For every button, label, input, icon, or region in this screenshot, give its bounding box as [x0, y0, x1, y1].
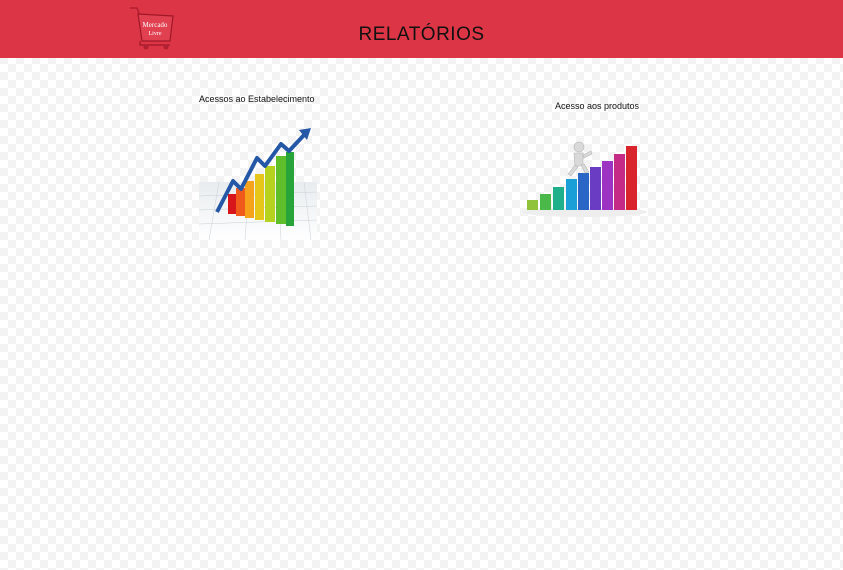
report-label-products-access: Acesso aos produtos — [555, 101, 640, 111]
stair-climber-bar-chart-image[interactable] — [513, 126, 655, 226]
page-title: RELATÓRIOS — [358, 24, 485, 45]
report-label-establishment-access: Acessos ao Estabelecimento — [199, 94, 315, 104]
top-header: Mercado Livre RELATÓRIOS — [0, 0, 843, 58]
growth-bar-chart-arrow-image[interactable] — [198, 126, 318, 241]
